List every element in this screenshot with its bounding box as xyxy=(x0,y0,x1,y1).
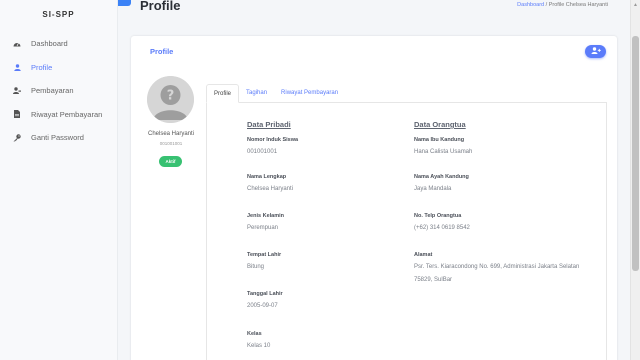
field-value: 001001001 xyxy=(247,149,278,155)
parents-data-title: Data Orangtua xyxy=(414,120,466,129)
add-user-button[interactable] xyxy=(585,44,606,58)
field-value: 2005-09-07 xyxy=(247,303,278,309)
key-icon xyxy=(12,134,22,142)
profile-tabs: Profile Tagihan Riwayat Pembayaran xyxy=(206,84,607,103)
breadcrumb-dashboard-link[interactable]: Dashboard xyxy=(517,2,544,8)
field-label: Nama Lengkap xyxy=(247,174,287,180)
personal-data-title: Data Pribadi xyxy=(247,120,291,129)
field-value: Psr. Ters. Kiaracondong No. 699, Adminis… xyxy=(414,264,580,283)
user-payment-icon xyxy=(12,87,22,95)
page-title: Profile xyxy=(140,0,181,13)
field-label: No. Telp Orangtua xyxy=(414,213,462,219)
sidebar-item-pembayaran[interactable]: Pembayaran xyxy=(0,79,117,103)
sidebar-item-label: Pembayaran xyxy=(31,86,74,96)
svg-text:?: ? xyxy=(167,89,175,104)
profile-tab-pane: Data Pribadi Nomor Induk Siswa 001001001… xyxy=(206,103,607,360)
breadcrumb: Dashboard / Profile Chelsea Haryanti xyxy=(517,2,608,8)
page-scrollbar[interactable]: ▲ xyxy=(630,0,640,360)
scrollbar-thumb[interactable] xyxy=(632,36,639,271)
avatar-placeholder-icon: ? xyxy=(147,76,194,123)
sidebar-nav: Dashboard Profile Pembayaran Riwayat Pem… xyxy=(0,32,117,150)
field-label: Kelas xyxy=(247,331,262,337)
sidebar-item-dashboard[interactable]: Dashboard xyxy=(0,32,117,56)
sidebar-item-label: Ganti Password xyxy=(31,133,84,143)
sidebar: SI-SPP Dashboard Profile Pembayaran Riwa… xyxy=(0,0,118,360)
tab-riwayat-pembayaran[interactable]: Riwayat Pembayaran xyxy=(274,84,345,103)
card-title: Profile xyxy=(150,46,174,56)
tab-tagihan[interactable]: Tagihan xyxy=(239,84,274,103)
avatar: ? xyxy=(147,76,194,123)
user-plus-icon xyxy=(591,46,601,56)
profile-card: Profile ? Chelsea Haryanti 001001001 Akt… xyxy=(131,36,617,360)
field-label: Nomor Induk Siswa xyxy=(247,137,299,143)
student-nis: 001001001 xyxy=(159,141,183,146)
user-icon xyxy=(12,64,22,71)
sidebar-item-label: Riwayat Pembayaran xyxy=(31,109,103,119)
field-label: Tanggal Lahir xyxy=(247,291,283,297)
breadcrumb-separator: / xyxy=(545,2,548,8)
field-value: Perempuan xyxy=(247,225,279,231)
field-label: Nama Ayah Kandung xyxy=(414,174,469,180)
field-value: Bitung xyxy=(247,264,265,270)
student-name: Chelsea Haryanti xyxy=(147,131,195,137)
document-icon xyxy=(12,110,22,119)
sidebar-item-label: Dashboard xyxy=(31,39,68,49)
field-label: Nama Ibu Kandung xyxy=(414,137,465,143)
field-value: Hana Calista Usamah xyxy=(414,149,473,155)
field-label: Jenis Kelamin xyxy=(247,213,284,219)
field-value: Kelas 10 xyxy=(247,343,271,349)
app-brand: SI-SPP xyxy=(42,10,75,19)
sidebar-item-ganti-password[interactable]: Ganti Password xyxy=(0,126,117,150)
sidebar-item-riwayat-pembayaran[interactable]: Riwayat Pembayaran xyxy=(0,103,117,127)
top-accent-tab xyxy=(118,0,131,6)
card-header: Profile xyxy=(131,36,617,66)
sidebar-item-label: Profile xyxy=(31,62,53,72)
scroll-up-icon[interactable]: ▲ xyxy=(633,2,638,8)
dashboard-icon xyxy=(12,40,22,47)
breadcrumb-current: Profile Chelsea Haryanti xyxy=(548,2,608,8)
field-label: Tempat Lahir xyxy=(247,252,282,258)
tab-profile[interactable]: Profile xyxy=(206,84,240,103)
field-value: Chelsea Haryanti xyxy=(247,186,294,192)
field-label: Alamat xyxy=(414,252,433,258)
field-value: Jaya Mandala xyxy=(414,186,452,192)
status-badge: Aktif xyxy=(159,156,182,167)
field-value: (+62) 314 0619 8542 xyxy=(414,225,470,231)
sidebar-item-profile[interactable]: Profile xyxy=(0,56,117,80)
